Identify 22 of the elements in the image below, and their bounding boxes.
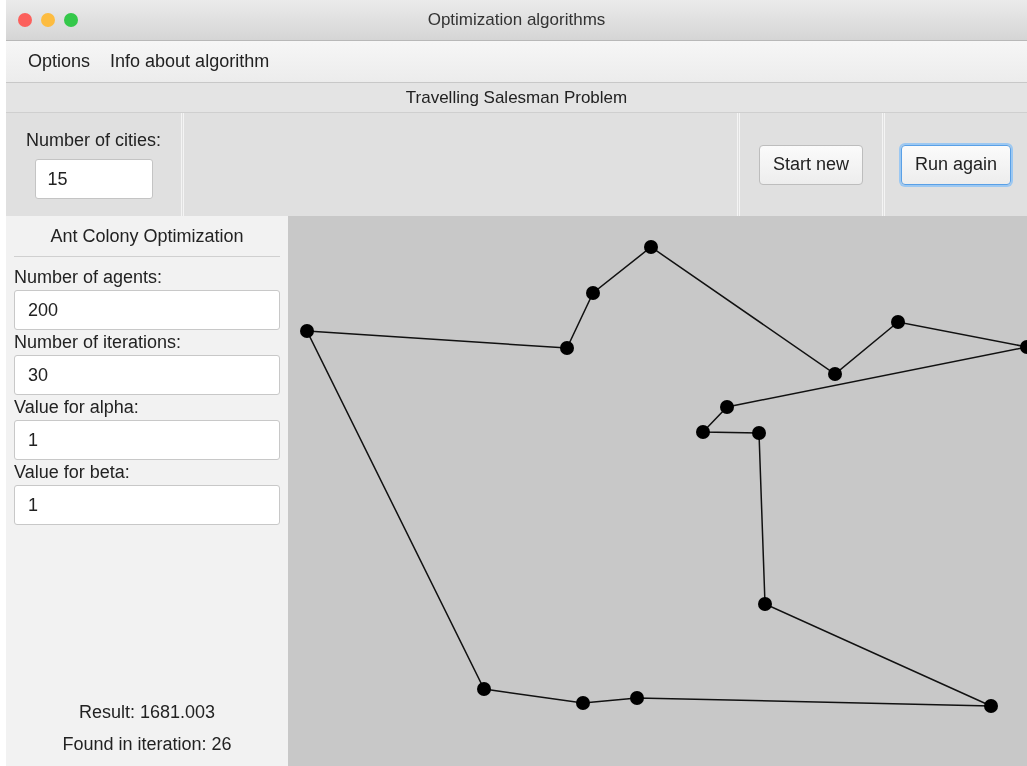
zoom-button[interactable] bbox=[64, 13, 78, 27]
input-field[interactable]: 30 bbox=[14, 355, 280, 395]
problem-title: Travelling Salesman Problem bbox=[6, 83, 1027, 113]
result-text: Result: 1681.003 bbox=[77, 702, 217, 724]
close-button[interactable] bbox=[18, 13, 32, 27]
field-label: Number of iterations: bbox=[14, 332, 183, 353]
iteration-text: Found in iteration: 26 bbox=[61, 734, 233, 756]
menu-item[interactable]: Options bbox=[22, 47, 97, 76]
panel-title: Ant Colony Optimization bbox=[14, 216, 280, 257]
field-label: Number of cities: bbox=[26, 130, 162, 151]
menu-item[interactable]: Info about algorithm bbox=[104, 47, 276, 76]
input-field[interactable]: 200 bbox=[14, 290, 280, 330]
minimize-button[interactable] bbox=[41, 13, 55, 27]
input-field[interactable]: 1 bbox=[14, 420, 280, 460]
field-label: Number of agents: bbox=[14, 267, 164, 288]
window-title: Optimization algorithms bbox=[426, 10, 607, 30]
field-label: Value for beta: bbox=[14, 462, 131, 483]
run-again-button[interactable]: Run again bbox=[900, 144, 1011, 185]
input-field[interactable]: 1 bbox=[14, 485, 280, 525]
cities-field[interactable]: 15 bbox=[34, 159, 153, 199]
field-label: Value for alpha: bbox=[14, 397, 140, 418]
start-new-button[interactable]: Start new bbox=[758, 144, 863, 185]
